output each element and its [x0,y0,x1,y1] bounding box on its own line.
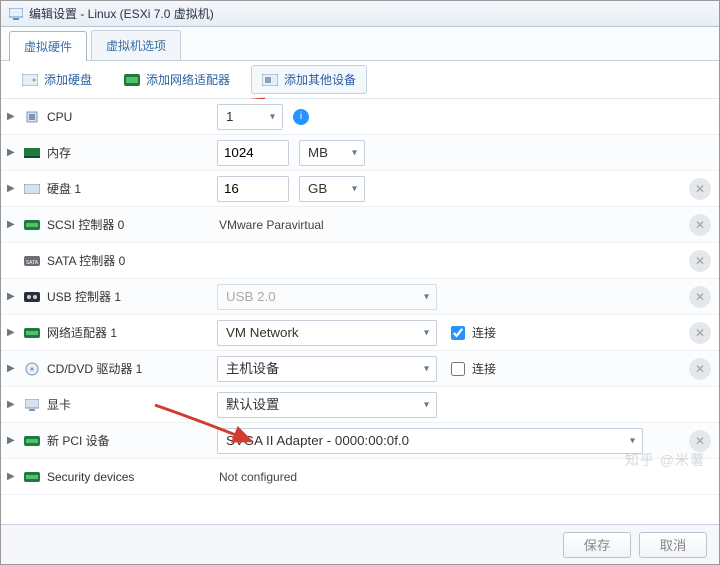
pci-label: 新 PCI 设备 [47,432,110,449]
security-icon [23,470,41,484]
add-other-device-label: 添加其他设备 [284,71,356,88]
usb-label: USB 控制器 1 [47,288,121,305]
tab-virtual-hardware[interactable]: 虚拟硬件 [9,31,87,61]
delete-icon[interactable]: ✕ [689,286,711,308]
delete-icon[interactable]: ✕ [689,322,711,344]
delete-icon[interactable]: ✕ [689,430,711,452]
cpu-label: CPU [47,110,72,124]
cdrom-connect-checkbox[interactable]: 连接 [447,359,496,379]
nic-network-select[interactable]: VM Network [217,320,437,346]
settings-list: ▶ CPU 1 i ▶ 内存 MB ▶ 硬盘 [1,99,719,524]
row-video: ▶ 显卡 默认设置 [1,387,719,423]
footer: 保存 取消 [1,524,719,564]
row-usb: ▶ USB 控制器 1 USB 2.0 ✕ [1,279,719,315]
row-memory: ▶ 内存 MB [1,135,719,171]
nic-label: 网络适配器 1 [47,324,117,341]
disk-label: 硬盘 1 [47,180,81,197]
memory-label: 内存 [47,144,71,161]
disk-icon [23,182,41,196]
security-value: Not configured [217,470,297,484]
row-cpu: ▶ CPU 1 i [1,99,719,135]
delete-icon[interactable]: ✕ [689,178,711,200]
tab-vm-options[interactable]: 虚拟机选项 [91,30,181,60]
titlebar: 编辑设置 - Linux (ESXi 7.0 虚拟机) [1,1,719,27]
pci-device-select[interactable]: SVGA II Adapter - 0000:00:0f.0 [217,428,643,454]
video-icon [23,398,41,412]
row-scsi: ▶ SCSI 控制器 0 VMware Paravirtual ✕ [1,207,719,243]
memory-input[interactable] [217,140,289,166]
expand-toggle[interactable]: ▶ [7,219,17,230]
row-cdrom: ▶ CD/DVD 驱动器 1 主机设备 连接 ✕ [1,351,719,387]
expand-toggle[interactable]: ▶ [7,363,17,374]
scsi-icon [23,218,41,232]
cdrom-label: CD/DVD 驱动器 1 [47,360,142,377]
add-other-device-button[interactable]: 添加其他设备 [251,65,367,94]
row-disk: ▶ 硬盘 1 GB ✕ [1,171,719,207]
add-nic-label: 添加网络适配器 [146,71,230,88]
nic-icon [124,72,140,88]
delete-icon[interactable]: ✕ [689,358,711,380]
toolbar: 添加硬盘 添加网络适配器 添加其他设备 [1,61,719,99]
expand-toggle[interactable]: ▶ [7,291,17,302]
nic-icon [23,326,41,340]
cancel-button[interactable]: 取消 [639,532,707,558]
pci-icon [23,434,41,448]
cdrom-icon [23,362,41,376]
video-select[interactable]: 默认设置 [217,392,437,418]
expand-toggle[interactable]: ▶ [7,183,17,194]
disk-size-input[interactable] [217,176,289,202]
disk-icon [22,72,38,88]
row-sata: ▶ SATA SATA 控制器 0 ✕ [1,243,719,279]
sata-icon: SATA [23,254,41,268]
cpu-count-select[interactable]: 1 [217,104,283,130]
expand-toggle[interactable]: ▶ [7,147,17,158]
nic-connect-checkbox[interactable]: 连接 [447,323,496,343]
cpu-icon [23,110,41,124]
video-label: 显卡 [47,396,71,413]
add-nic-button[interactable]: 添加网络适配器 [113,65,241,94]
cdrom-select[interactable]: 主机设备 [217,356,437,382]
add-disk-button[interactable]: 添加硬盘 [11,65,103,94]
expand-toggle[interactable]: ▶ [7,471,17,482]
sata-label: SATA 控制器 0 [47,252,125,269]
usb-select: USB 2.0 [217,284,437,310]
save-button[interactable]: 保存 [563,532,631,558]
window-title: 编辑设置 - Linux (ESXi 7.0 虚拟机) [29,5,214,22]
device-icon [262,72,278,88]
security-label: Security devices [47,470,134,484]
expand-toggle[interactable]: ▶ [7,435,17,446]
disk-unit-select[interactable]: GB [299,176,365,202]
memory-unit-select[interactable]: MB [299,140,365,166]
tab-strip: 虚拟硬件 虚拟机选项 [1,27,719,61]
window-icon [9,8,23,20]
add-disk-label: 添加硬盘 [44,71,92,88]
scsi-label: SCSI 控制器 0 [47,216,124,233]
expand-toggle[interactable]: ▶ [7,111,17,122]
usb-icon [23,290,41,304]
row-pci: ▶ 新 新 PCI 设备 SVGA II Adapter - 0000:00:0… [1,423,719,459]
scsi-value: VMware Paravirtual [217,218,324,232]
memory-icon [23,146,41,160]
svg-text:SATA: SATA [26,260,39,266]
delete-icon[interactable]: ✕ [689,250,711,272]
row-security: ▶ Security devices Not configured [1,459,719,495]
delete-icon[interactable]: ✕ [689,214,711,236]
row-nic: ▶ 网络适配器 1 VM Network 连接 ✕ [1,315,719,351]
info-icon[interactable]: i [293,109,309,125]
expand-toggle[interactable]: ▶ [7,399,17,410]
expand-toggle[interactable]: ▶ [7,327,17,338]
